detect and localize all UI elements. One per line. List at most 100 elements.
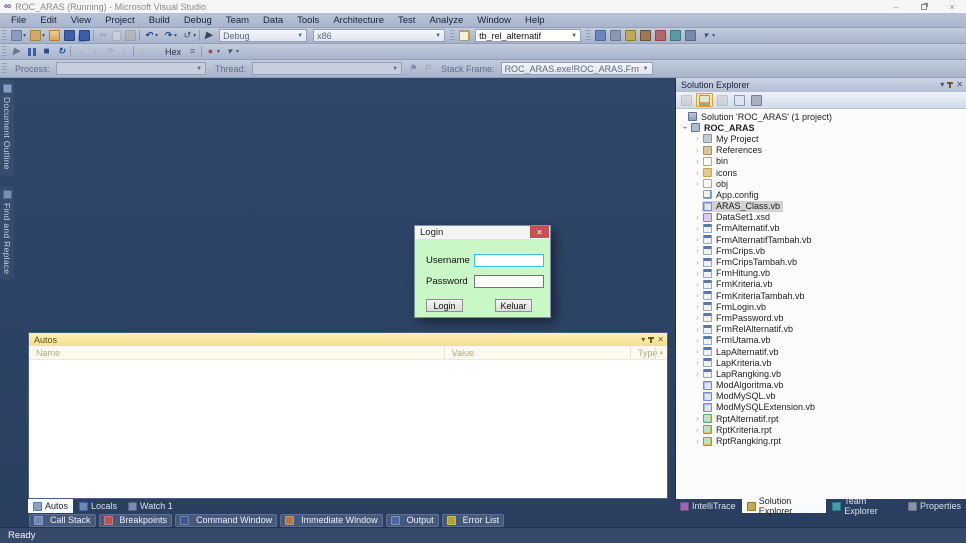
menu-item[interactable]: Window (470, 13, 518, 28)
close-icon[interactable]: ✕ (657, 336, 664, 344)
tree-item[interactable]: RptAlternatif.rpt (676, 413, 966, 424)
tree-item[interactable]: App.config (676, 189, 966, 200)
tree-item[interactable]: FrmKriteriaTambah.vb (676, 290, 966, 301)
tree-item[interactable]: LapRangking.vb (676, 368, 966, 379)
tree-item[interactable]: RptRangking.rpt (676, 435, 966, 446)
minimize-button[interactable]: – (882, 0, 910, 13)
find-combo[interactable]: tb_rel_alternatif▼ (475, 29, 581, 42)
tool-window-button[interactable]: Command Window (175, 514, 277, 527)
expander-icon[interactable] (681, 123, 690, 132)
tree-item[interactable]: icons (676, 167, 966, 178)
toolbar-overflow-icon[interactable] (698, 29, 717, 43)
toolbar-grip[interactable] (586, 30, 591, 42)
close-button[interactable]: × (938, 0, 966, 13)
menu-item[interactable]: Team (219, 13, 256, 28)
tree-item[interactable]: FrmUtama.vb (676, 335, 966, 346)
tree-item[interactable]: ModAlgoritma.vb (676, 380, 966, 391)
menu-item[interactable]: Data (256, 13, 290, 28)
menu-item[interactable]: Project (98, 13, 142, 28)
expander-icon[interactable] (693, 369, 702, 378)
keluar-button[interactable]: Keluar (495, 299, 532, 312)
left-tool-tab[interactable]: Find and Replace (0, 186, 14, 280)
expander-icon[interactable] (693, 291, 702, 300)
expander-icon[interactable] (693, 134, 702, 143)
toolbar-grip[interactable] (450, 30, 455, 42)
menu-item[interactable]: Tools (290, 13, 326, 28)
tree-item[interactable]: FrmHitung.vb (676, 268, 966, 279)
tree-item[interactable]: FrmAlternatifTambah.vb (676, 234, 966, 245)
expander-icon[interactable] (693, 258, 702, 267)
expander-icon[interactable] (693, 157, 702, 166)
toolbar-grip[interactable] (2, 63, 7, 75)
tree-item[interactable]: LapKriteria.vb (676, 357, 966, 368)
tool-window-button[interactable]: Immediate Window (280, 514, 383, 527)
column-type[interactable]: Type (631, 346, 655, 360)
tree-item[interactable]: FrmCripsTambah.vb (676, 256, 966, 267)
toolbar-overflow-icon[interactable] (222, 45, 241, 59)
tree-item[interactable]: LapAlternatif.vb (676, 346, 966, 357)
tool-window-button[interactable]: Output (386, 514, 439, 527)
left-tool-tab[interactable]: Document Outline (0, 80, 14, 176)
solution-config-combo[interactable]: Debug▼ (219, 29, 307, 42)
window-position-icon[interactable]: ▾ (940, 81, 944, 89)
restore-button[interactable] (910, 0, 938, 13)
column-value[interactable]: Value (445, 346, 631, 360)
expander-icon[interactable] (693, 168, 702, 177)
thread-combo[interactable]: ▼ (252, 62, 402, 75)
tree-item[interactable]: FrmCrips.vb (676, 245, 966, 256)
expander-icon[interactable] (693, 280, 702, 289)
password-field[interactable] (474, 275, 544, 288)
toolbar-grip[interactable] (2, 46, 7, 58)
tool-window-tab[interactable]: Solution Explorer (742, 499, 827, 513)
tree-item[interactable]: FrmKriteria.vb (676, 279, 966, 290)
tree-item[interactable]: Solution 'ROC_ARAS' (1 project) (676, 111, 966, 122)
menu-item[interactable]: Build (142, 13, 177, 28)
tool-window-tab[interactable]: Watch 1 (123, 499, 178, 513)
expander-icon[interactable] (693, 213, 702, 222)
window-position-icon[interactable]: ▾ (641, 336, 645, 344)
expander-icon[interactable] (693, 246, 702, 255)
expander-icon[interactable] (693, 325, 702, 334)
expander-icon[interactable] (693, 437, 702, 446)
menu-item[interactable]: View (64, 13, 98, 28)
tree-item[interactable]: ROC_ARAS (676, 122, 966, 133)
close-icon[interactable]: ✕ (956, 81, 963, 89)
tool-window-tab[interactable]: Locals (74, 499, 122, 513)
tool-window-button[interactable]: Error List (442, 514, 505, 527)
tree-item[interactable]: ModMySQLExtension.vb (676, 402, 966, 413)
tree-item[interactable]: FrmAlternatif.vb (676, 223, 966, 234)
menu-item[interactable]: Analyze (422, 13, 470, 28)
menu-item[interactable]: Debug (177, 13, 219, 28)
column-name[interactable]: Name (29, 346, 445, 360)
menu-item[interactable]: Edit (33, 13, 63, 28)
tool-window-tab[interactable]: Team Explorer (827, 499, 902, 513)
stack-frame-combo[interactable]: ROC_ARAS.exe!ROC_ARAS.FrmLogin.btnLo▼ (501, 62, 653, 75)
tree-item[interactable]: obj (676, 178, 966, 189)
tool-window-button[interactable]: Breakpoints (99, 514, 173, 527)
tool-window-tab[interactable]: Autos (28, 499, 73, 513)
tree-item[interactable]: bin (676, 156, 966, 167)
login-button[interactable]: Login (426, 299, 463, 312)
tree-item[interactable]: FrmRelAlternatif.vb (676, 324, 966, 335)
scrollbar-up-icon[interactable]: ▲ (655, 346, 667, 360)
solution-explorer-titlebar[interactable]: Solution Explorer ▾ ✕ (676, 78, 966, 92)
tool-window-button[interactable]: Call Stack (29, 514, 96, 527)
expander-icon[interactable] (693, 146, 702, 155)
expander-icon[interactable] (693, 414, 702, 423)
hex-toggle-button[interactable]: Hex (150, 45, 185, 59)
menu-item[interactable]: Help (518, 13, 552, 28)
tree-item[interactable]: ARAS_Class.vb (676, 201, 966, 212)
autos-body[interactable] (29, 360, 667, 498)
menu-item[interactable]: Test (391, 13, 422, 28)
expander-icon[interactable] (693, 336, 702, 345)
pin-icon[interactable] (949, 82, 951, 88)
expander-icon[interactable] (693, 269, 702, 278)
login-close-button[interactable]: ✕ (530, 226, 549, 238)
username-field[interactable] (474, 254, 544, 267)
tree-item[interactable]: DataSet1.xsd (676, 212, 966, 223)
expander-icon[interactable] (693, 224, 702, 233)
tree-item[interactable]: My Project (676, 133, 966, 144)
tree-item[interactable]: ModMySQL.vb (676, 391, 966, 402)
expander-icon[interactable] (693, 235, 702, 244)
tree-item[interactable]: References (676, 145, 966, 156)
